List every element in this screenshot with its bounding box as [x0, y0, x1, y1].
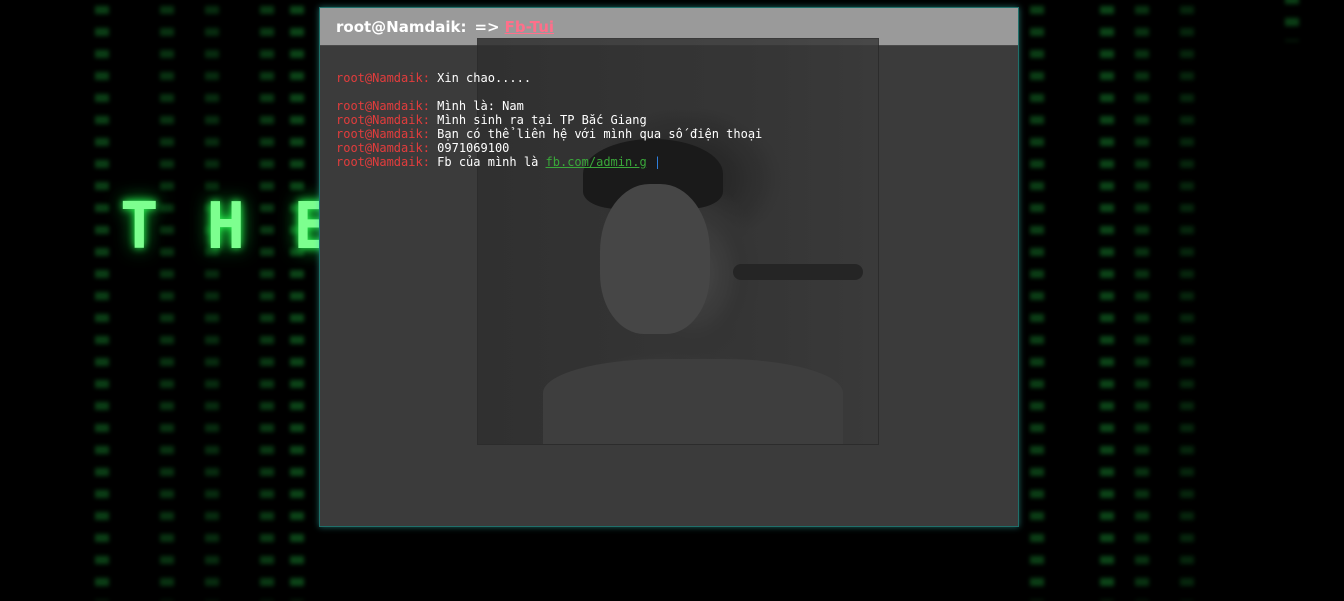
text-cursor: | [653, 155, 662, 169]
facebook-link[interactable]: fb.com/admin.g [546, 155, 647, 169]
prompt: root@Namdaik: [336, 141, 430, 155]
terminal-line: root@Namdaik: Bạn có thể liên hệ với mìn… [336, 127, 762, 141]
terminal-line: root@Namdaik: 0971069100 [336, 141, 762, 155]
terminal-line: root@Namdaik: Fb của mình là fb.com/admi… [336, 155, 762, 169]
fb-tui-link[interactable]: Fb-Tui [505, 18, 554, 36]
title-arrow: => [474, 17, 500, 36]
prompt: root@Namdaik: [336, 99, 430, 113]
line-text: Mình sinh ra tại TP Bắc Giang [437, 113, 647, 127]
line-text: Fb của mình là [437, 155, 546, 169]
prompt: root@Namdaik: [336, 113, 430, 127]
line-text: Xin chao..... [437, 71, 532, 85]
terminal-output: root@Namdaik: Xin chao..... root@Namdaik… [336, 71, 762, 169]
terminal-line: root@Namdaik: Xin chao..... [336, 71, 762, 85]
terminal-window: root@Namdaik: => Fb-Tui root@Namdaik: Xi… [319, 7, 1019, 527]
prompt: root@Namdaik: [336, 127, 430, 141]
line-text: Mình là: Nam [437, 99, 524, 113]
terminal-line: root@Namdaik: Mình là: Nam [336, 99, 762, 113]
prompt: root@Namdaik: [336, 71, 430, 85]
prompt: root@Namdaik: [336, 155, 430, 169]
line-text: 0971069100 [437, 141, 510, 155]
line-text: Bạn có thể liên hệ với mình qua số điện … [437, 127, 763, 141]
window-title: root@Namdaik: [336, 17, 467, 36]
terminal-line: root@Namdaik: Mình sinh ra tại TP Bắc Gi… [336, 113, 762, 127]
